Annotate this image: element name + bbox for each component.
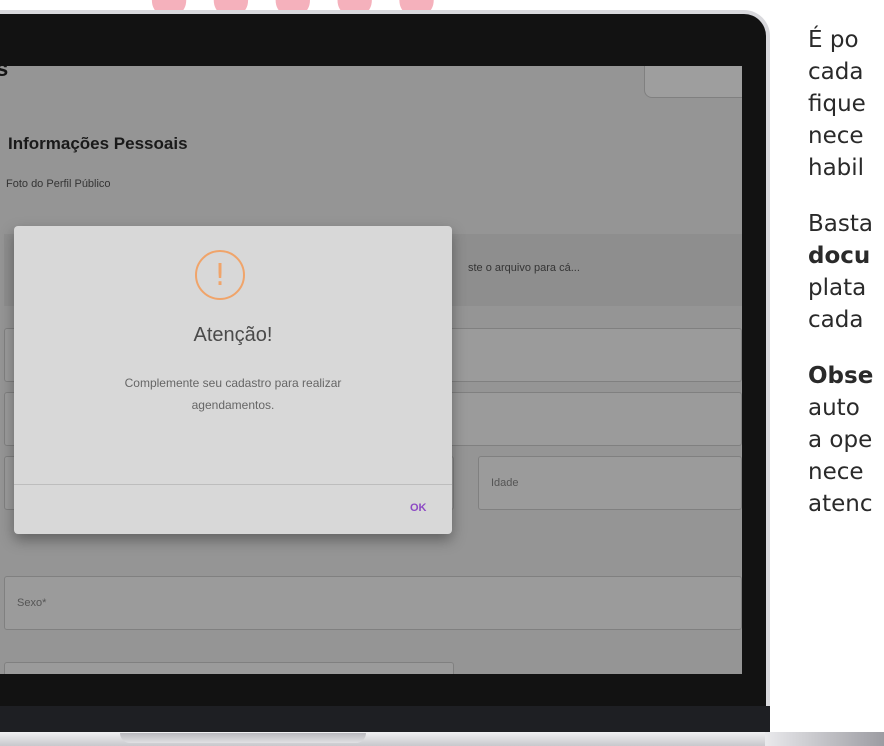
alert-dialog: ! Atenção! Complemente seu cadastro para… [14,226,452,534]
side-line: fique [808,91,866,117]
side-line: atenc [808,491,873,517]
side-line: cada [808,59,864,85]
ok-button[interactable]: OK [410,502,427,514]
side-line: nece [808,459,864,485]
laptop-screen: s Informações Pessoais Foto do Perfil Pú… [0,66,742,674]
laptop-base-edge [765,732,884,746]
side-line: É po [808,27,859,53]
laptop-hinge [0,706,770,732]
side-spacer [808,336,884,360]
side-line: auto [808,395,860,421]
dialog-message-line2: agendamentos. [191,398,275,412]
side-spacer [808,184,884,208]
dialog-divider [14,484,452,485]
side-line: Basta [808,211,873,237]
side-line-bold: docu [808,243,871,269]
side-line: cada [808,307,864,333]
side-line: plata [808,275,867,301]
side-description: É po cada fique nece habil Basta docu pl… [808,24,884,520]
dialog-title: Atenção! [193,324,273,346]
exclamation-icon: ! [195,250,245,300]
side-line: a ope [808,427,873,453]
dialog-message: Complemente seu cadastro para realizar a… [74,372,392,416]
laptop-notch [120,733,366,743]
side-line: habil [808,155,865,181]
dialog-message-line1: Complemente seu cadastro para realizar [124,376,342,390]
side-line-bold: Obse [808,363,874,389]
side-line: nece [808,123,864,149]
